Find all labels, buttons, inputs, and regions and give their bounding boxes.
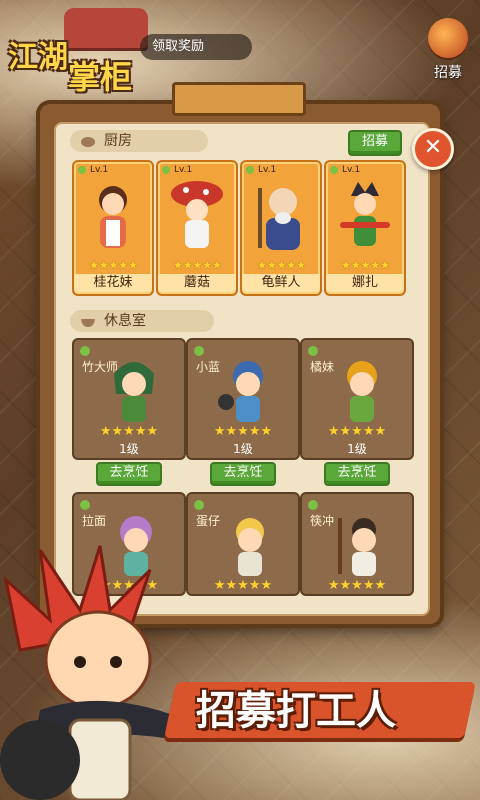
restroom-staff-card[interactable]: 筷冲 ★★★★★ [300, 492, 414, 596]
egg-boy-avatar [236, 518, 264, 576]
bowl-icon [81, 319, 95, 327]
restroom-staff-card[interactable]: 蛋仔 ★★★★★ [186, 492, 300, 596]
staff-level: 1级 [347, 442, 367, 456]
mushroom-girl-avatar [171, 181, 223, 248]
staff-stars: ★★★★★ [327, 578, 387, 593]
close-button[interactable]: ✕ [412, 128, 454, 170]
kitchen-staff-card[interactable]: Lv.1 ★★★★★ 娜扎 [324, 160, 406, 296]
panel-title-tab [172, 82, 306, 116]
staff-level: Lv.1 [342, 165, 361, 175]
staff-stars: ★★★★★ [172, 258, 223, 272]
staff-stars: ★★★★★ [88, 258, 139, 272]
go-cook-button[interactable]: 去烹饪 [96, 462, 162, 486]
staff-level: 1级 [119, 442, 139, 456]
go-cook-button[interactable]: 去烹饪 [324, 462, 390, 486]
staff-stars: ★★★★★ [340, 258, 391, 272]
game-logo: 江湖 掌柜 [6, 6, 156, 96]
staff-name: 蘑菇 [158, 274, 236, 292]
kitchen-recruit-button[interactable]: 招募 [348, 130, 402, 156]
chopsticks-boy-avatar [338, 518, 376, 576]
staff-level: Lv.1 [258, 165, 277, 175]
recruit-top-button[interactable]: 招募 [422, 18, 474, 86]
orange-girl-avatar [347, 361, 377, 422]
staff-level: Lv.1 [174, 165, 193, 175]
kitchen-title-text: 厨房 [104, 133, 132, 149]
status-dot-icon [80, 346, 90, 356]
kitchen-staff-card[interactable]: Lv.1 ★★★★★ 桂花妹 [72, 160, 154, 296]
nezha-boy-avatar [340, 182, 390, 246]
logo-text-2: 掌柜 [68, 58, 133, 96]
banner-text: 招募打工人 [196, 688, 396, 734]
restroom-staff-card[interactable]: 竹大师 ★★★★★ 1级 [72, 338, 186, 460]
restroom-section-title: 休息室 [70, 310, 214, 332]
restroom-staff-card[interactable]: 橘妹 ★★★★★ 1级 [300, 338, 414, 460]
staff-level: 1级 [233, 442, 253, 456]
chef-girl-avatar [99, 186, 127, 248]
xiaolan-avatar [218, 361, 263, 422]
status-dot-icon [308, 346, 318, 356]
staff-stars: ★★★★★ [256, 258, 307, 272]
status-dot-icon [308, 500, 318, 510]
logo-roof-icon [64, 8, 148, 48]
staff-name: 娜扎 [326, 274, 404, 292]
kitchen-staff-card[interactable]: Lv.1 ★★★★★ 蘑菇 [156, 160, 238, 296]
staff-stars: ★★★★★ [327, 424, 387, 439]
old-turtle-man-avatar [258, 188, 300, 250]
kitchen-section-title: 厨房 [70, 130, 208, 152]
level-dot-icon [330, 166, 338, 174]
status-dot-icon [194, 346, 204, 356]
staff-name: 桂花妹 [74, 274, 152, 292]
restroom-staff-card[interactable]: 小蓝 ★★★★★ 1级 [186, 338, 300, 460]
staff-level: Lv.1 [90, 165, 109, 175]
logo-text-1: 江湖 [8, 40, 68, 75]
level-dot-icon [162, 166, 170, 174]
staff-stars: ★★★★★ [213, 424, 273, 439]
staff-name: 龟鲜人 [242, 274, 320, 292]
go-cook-button[interactable]: 去烹饪 [210, 462, 276, 486]
status-dot-icon [194, 500, 204, 510]
claim-reward-button[interactable]: 领取奖励 [140, 34, 252, 60]
bamboo-master-avatar [114, 362, 154, 422]
staff-stars: ★★★★★ [99, 424, 159, 439]
kitchen-icon [81, 137, 95, 147]
staff-stars: ★★★★★ [213, 578, 273, 593]
recruit-workers-banner: 招募打工人 [164, 668, 476, 750]
money-bag-icon [428, 18, 468, 58]
kitchen-staff-card[interactable]: Lv.1 ★★★★★ 龟鲜人 [240, 160, 322, 296]
status-dot-icon [80, 500, 90, 510]
recruit-top-label: 招募 [434, 65, 462, 81]
restroom-title-text: 休息室 [104, 313, 146, 329]
level-dot-icon [246, 166, 254, 174]
level-dot-icon [78, 166, 86, 174]
